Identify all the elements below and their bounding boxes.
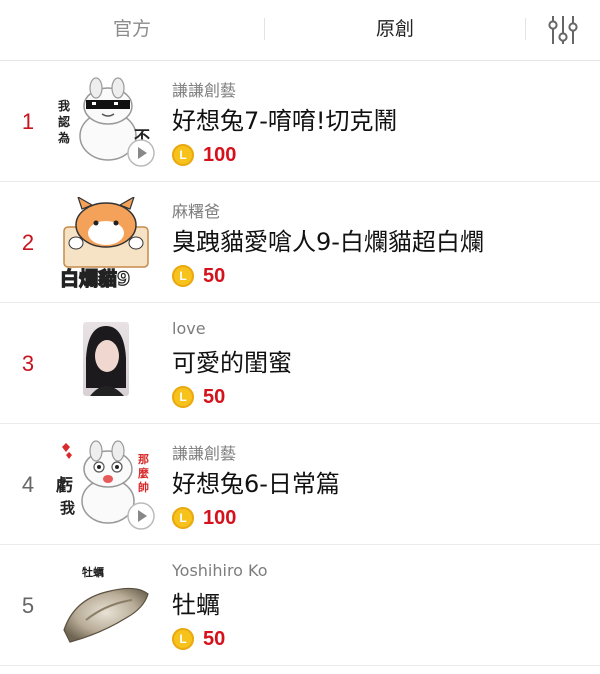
thumb-text: 為 (58, 130, 70, 145)
author-name: Yoshihiro Ko (172, 561, 268, 580)
sticker-title: 好想兔6-日常篇 (172, 470, 340, 498)
tab-original[interactable]: 原創 (265, 0, 525, 60)
author-name: 謙謙創藝 (172, 81, 237, 100)
thumb-text: 帥 (138, 480, 149, 494)
sticker-thumbnail: 白爛貓9 (56, 195, 156, 291)
thumb-text: 我 (58, 98, 70, 113)
author-name: 麻糬爸 (172, 202, 221, 221)
price: L 100 (172, 142, 236, 168)
thumb-text: 那 (138, 453, 149, 466)
sticker-title: 臭跩貓愛嗆人9-白爛貓超白爛 (172, 228, 484, 256)
price-value: 100 (203, 506, 237, 529)
line-coin-icon: L (172, 628, 194, 650)
rank-number: 2 (21, 230, 35, 255)
sticker-title: 牡蠣 (172, 591, 220, 619)
price: L 50 (172, 263, 225, 289)
price: L 50 (172, 626, 225, 652)
sticker-thumbnail: 我 認 為 不 (56, 76, 156, 168)
sticker-title: 好想兔7-唷唷!切克鬧 (172, 107, 398, 135)
thumb-text: 認 (58, 114, 70, 129)
thumb-text: 牡蠣 (82, 565, 104, 579)
price: L 50 (172, 384, 225, 410)
author-name: love (172, 319, 206, 338)
line-coin-icon: L (172, 265, 194, 287)
line-coin-icon: L (172, 507, 194, 529)
sliders-icon (548, 16, 578, 44)
list-item[interactable]: 5 牡蠣 Yoshihiro Ko 牡蠣 L 50 (0, 545, 600, 666)
rank-number: 1 (21, 109, 35, 134)
tab-official[interactable]: 官方 (0, 0, 264, 60)
price: L 100 (172, 505, 236, 531)
list-item[interactable]: 2 白爛貓9 麻糬爸 臭跩貓愛嗆人9-白爛貓超白爛 L 50 (0, 182, 600, 303)
sticker-thumbnail: 牡蠣 (56, 560, 156, 652)
tab-divider (525, 18, 526, 40)
rank-number: 3 (21, 351, 35, 376)
thumb-text: 我 (60, 499, 75, 517)
line-coin-icon: L (172, 144, 194, 166)
thumb-text: 白爛貓9 (60, 267, 130, 289)
list-item[interactable]: 4 虧 我 那 麼 帥 謙謙創藝 好想兔6-日常篇 L 100 (0, 424, 600, 545)
sticker-title: 可愛的閨蜜 (172, 349, 292, 377)
play-icon[interactable] (126, 501, 156, 531)
author-name: 謙謙創藝 (172, 444, 237, 463)
price-value: 50 (203, 385, 226, 408)
price-value: 50 (203, 264, 226, 287)
sticker-thumbnail: 虧 我 那 麼 帥 (56, 439, 156, 531)
line-coin-icon: L (172, 386, 194, 408)
price-value: 50 (203, 627, 226, 650)
list-item[interactable]: 1 我 認 為 不 謙謙創藝 好想兔7-唷唷!切克鬧 L 100 (0, 61, 600, 182)
rank-number: 4 (21, 472, 35, 497)
filter-button[interactable] (546, 14, 580, 46)
price-value: 100 (203, 143, 237, 166)
list-item[interactable]: 3 love 可愛的閨蜜 L 50 (0, 303, 600, 424)
sticker-ranking-list: 1 我 認 為 不 謙謙創藝 好想兔7-唷唷!切克鬧 L 100 2 白爛貓9 … (0, 61, 600, 666)
thumb-text: 麼 (138, 466, 149, 480)
tab-bar: 官方 原創 (0, 0, 600, 61)
play-icon[interactable] (126, 138, 156, 168)
sticker-thumbnail (56, 318, 156, 410)
rank-number: 5 (21, 593, 35, 618)
thumb-text: 虧 (56, 475, 73, 496)
